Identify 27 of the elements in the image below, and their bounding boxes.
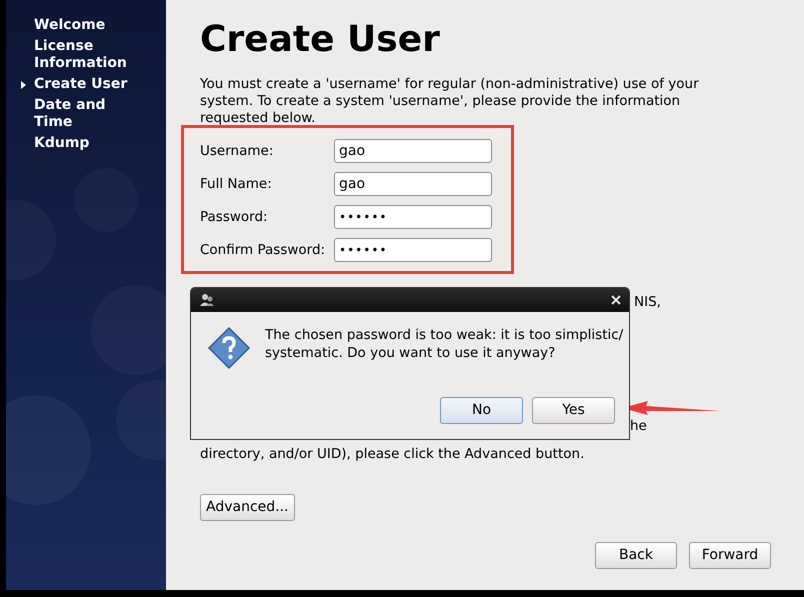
input-field[interactable]: gao [334, 172, 492, 196]
input-field[interactable]: gao [334, 139, 492, 163]
page-title: Create User [200, 18, 441, 62]
advanced-button[interactable]: Advanced... [200, 494, 295, 522]
users-icon [199, 293, 215, 307]
intro-text: You must create a 'username' for regular (non-administrative) use of your system. To create a system 'username', please provide the information requested below. [200, 76, 700, 127]
dialog-button[interactable]: No [440, 397, 523, 424]
nav-button[interactable]: Forward [689, 542, 771, 570]
dialog-message: The chosen password is too weak: it is too simplistic/ systematic. Do you want to use it anyway? [265, 326, 624, 363]
advanced-note-text: directory, and/or UID), please click the Advanced button. [200, 445, 586, 464]
partial-text: NIS, [634, 293, 661, 312]
close-icon[interactable] [611, 295, 621, 305]
password-field[interactable]: •••••• [334, 238, 492, 262]
question-icon [207, 326, 251, 370]
sidebar-item[interactable]: Date and Time [34, 97, 144, 131]
field-label: Password: [200, 208, 268, 227]
sidebar-item[interactable]: Kdump [34, 135, 144, 152]
dialog-button[interactable]: Yes [532, 397, 615, 424]
sidebar-item[interactable]: Welcome [34, 17, 144, 34]
field-label: Username: [200, 142, 274, 161]
field-label: Full Name: [200, 174, 272, 194]
nav-button[interactable]: Back [595, 542, 677, 570]
field-label: Confirm Password: [200, 240, 326, 260]
sidebar-item[interactable]: Create User [34, 76, 144, 93]
password-field[interactable]: •••••• [334, 205, 492, 229]
sidebar-item[interactable]: License Information [34, 38, 144, 72]
partial-text: he [630, 417, 647, 436]
